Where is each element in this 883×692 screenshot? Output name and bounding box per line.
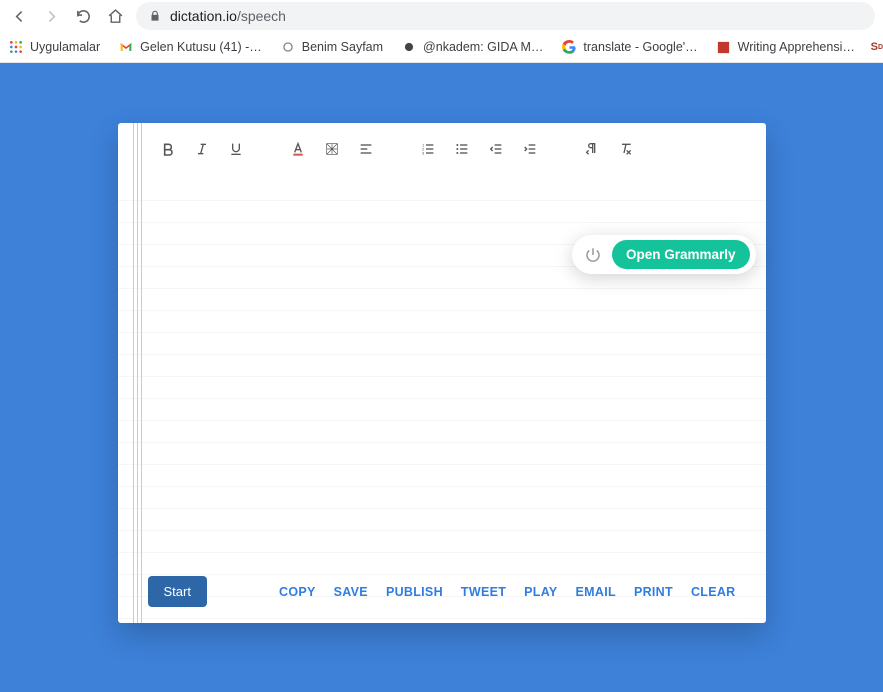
- bookmark-translate[interactable]: translate - Google'…: [561, 39, 697, 55]
- home-button[interactable]: [104, 5, 126, 27]
- bookmark-label: translate - Google'…: [583, 40, 697, 54]
- publish-link[interactable]: PUBLISH: [386, 585, 443, 599]
- url-text: dictation.io/speech: [170, 8, 286, 24]
- bookmark-label: Writing Apprehensi…: [738, 40, 855, 54]
- start-button[interactable]: Start: [148, 576, 207, 607]
- italic-button[interactable]: [192, 139, 212, 159]
- lock-icon: [148, 9, 162, 23]
- indent-button[interactable]: [520, 139, 540, 159]
- margin-line: [137, 123, 138, 623]
- format-toolbar: 123: [158, 139, 746, 159]
- page-background: 123 Open Grammarly Start COPY SAVE PUBLI…: [0, 63, 883, 692]
- bottom-bar: Start COPY SAVE PUBLISH TWEET PLAY EMAIL…: [148, 576, 736, 607]
- bookmark-sd[interactable]: SD W: [869, 39, 883, 55]
- svg-text:3: 3: [422, 150, 425, 155]
- bookmark-label: Benim Sayfam: [302, 40, 383, 54]
- margin-line: [141, 123, 142, 623]
- play-link[interactable]: PLAY: [524, 585, 557, 599]
- dot-icon: [280, 39, 296, 55]
- back-button[interactable]: [8, 5, 30, 27]
- grammarly-widget: Open Grammarly: [572, 235, 756, 274]
- tweet-link[interactable]: TWEET: [461, 585, 506, 599]
- forward-button[interactable]: [40, 5, 62, 27]
- bookmark-gmail[interactable]: Gelen Kutusu (41) -…: [118, 39, 262, 55]
- power-icon[interactable]: [584, 246, 602, 264]
- align-button[interactable]: [356, 139, 376, 159]
- editor-card: 123 Open Grammarly Start COPY SAVE PUBLI…: [118, 123, 766, 623]
- dot-dark-icon: [401, 39, 417, 55]
- bookmark-writing-apprehension[interactable]: Writing Apprehensi…: [716, 39, 855, 55]
- bookmark-label: Uygulamalar: [30, 40, 100, 54]
- rtl-button[interactable]: [582, 139, 602, 159]
- open-grammarly-button[interactable]: Open Grammarly: [612, 240, 750, 269]
- email-link[interactable]: EMAIL: [576, 585, 616, 599]
- copy-link[interactable]: COPY: [279, 585, 316, 599]
- margin-line: [133, 123, 134, 623]
- address-bar[interactable]: dictation.io/speech: [136, 2, 875, 30]
- outdent-button[interactable]: [486, 139, 506, 159]
- browser-nav: dictation.io/speech: [0, 0, 883, 32]
- bookmarks-bar: Uygulamalar Gelen Kutusu (41) -… Benim S…: [0, 32, 883, 63]
- bookmark-label: @nkadem: GIDA M…: [423, 40, 543, 54]
- bookmark-apps[interactable]: Uygulamalar: [8, 39, 100, 55]
- clear-formatting-button[interactable]: [616, 139, 636, 159]
- action-links: COPY SAVE PUBLISH TWEET PLAY EMAIL PRINT…: [279, 585, 736, 599]
- unordered-list-button[interactable]: [452, 139, 472, 159]
- sd-icon: SD: [869, 39, 883, 55]
- bold-button[interactable]: [158, 139, 178, 159]
- bookmark-label: Gelen Kutusu (41) -…: [140, 40, 262, 54]
- reload-button[interactable]: [72, 5, 94, 27]
- ordered-list-button[interactable]: 123: [418, 139, 438, 159]
- clear-link[interactable]: CLEAR: [691, 585, 736, 599]
- underline-button[interactable]: [226, 139, 246, 159]
- gmail-icon: [118, 39, 134, 55]
- bookmark-nkadem[interactable]: @nkadem: GIDA M…: [401, 39, 543, 55]
- bookmark-benim-sayfam[interactable]: Benim Sayfam: [280, 39, 383, 55]
- save-link[interactable]: SAVE: [334, 585, 368, 599]
- highlight-button[interactable]: [322, 139, 342, 159]
- apps-icon: [8, 39, 24, 55]
- print-link[interactable]: PRINT: [634, 585, 673, 599]
- red-square-icon: [716, 39, 732, 55]
- text-color-button[interactable]: [288, 139, 308, 159]
- google-g-icon: [561, 39, 577, 55]
